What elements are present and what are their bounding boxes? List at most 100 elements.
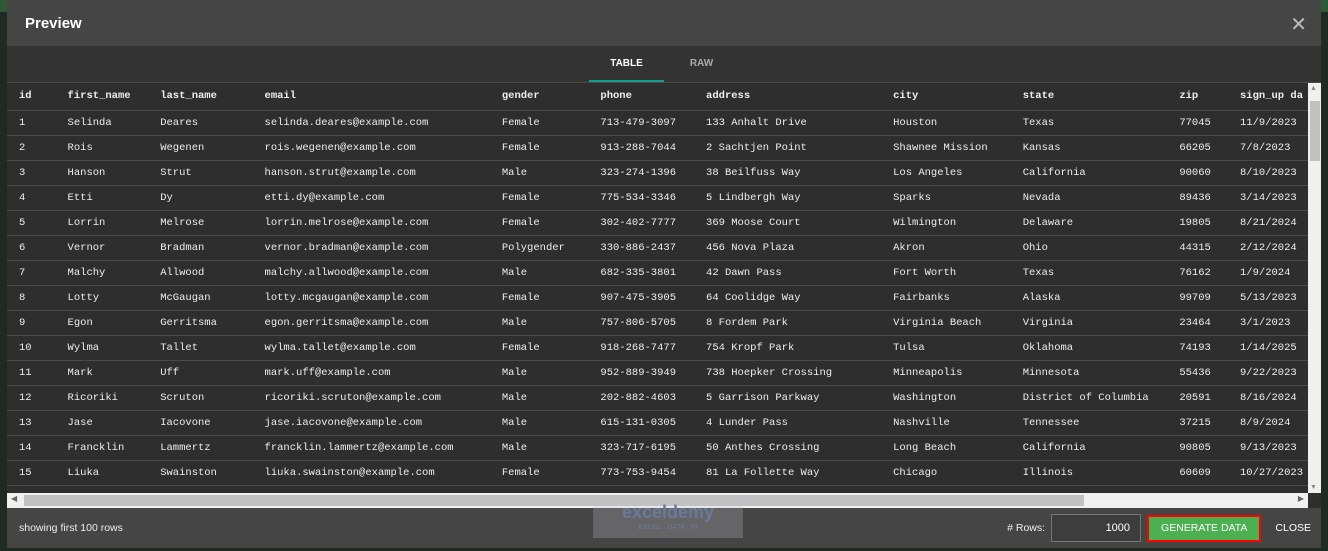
table-cell: Female — [489, 335, 589, 361]
tab-bar: TABLE RAW — [7, 46, 1321, 83]
table-cell: Houston — [881, 110, 1011, 136]
table-cell: 8/10/2023 — [1228, 160, 1308, 186]
table-cell: 2/12/2024 — [1228, 235, 1308, 261]
table-cell: 615-131-0305 — [588, 410, 695, 436]
status-text: showing first 100 rows — [19, 522, 123, 534]
rows-input[interactable] — [1051, 514, 1142, 542]
table-cell: 10 — [7, 335, 56, 361]
table-cell: 773-753-9454 — [588, 460, 695, 486]
tab-table[interactable]: TABLE — [589, 46, 664, 82]
table-cell: Texas — [1010, 110, 1168, 136]
table-cell: Mark — [55, 360, 149, 386]
scroll-up-icon[interactable]: ▲ — [1310, 85, 1317, 92]
table-cell: Male — [489, 310, 589, 336]
table-cell: 11 — [7, 360, 56, 386]
column-header[interactable]: city — [881, 83, 1011, 111]
table-cell: Male — [489, 410, 589, 436]
vertical-scrollbar[interactable]: ▲ ▼ — [1308, 83, 1321, 493]
dialog-title: Preview — [25, 14, 82, 32]
tab-raw[interactable]: RAW — [664, 46, 739, 82]
table-cell: Tennessee — [1010, 410, 1168, 436]
table-cell: 89436 — [1167, 185, 1228, 211]
table-cell: Gerritsma — [148, 310, 253, 336]
horizontal-scroll-thumb[interactable] — [24, 495, 1084, 506]
table-cell: Wylma — [55, 335, 149, 361]
table-cell: Female — [489, 285, 589, 311]
close-button[interactable]: CLOSE — [1275, 522, 1311, 534]
table-cell: 5 Lindbergh Way — [694, 185, 882, 211]
table-cell: 8 — [7, 285, 56, 311]
column-header[interactable]: gender — [489, 83, 589, 111]
table-cell: 90060 — [1167, 160, 1228, 186]
table-cell: 20591 — [1167, 385, 1228, 411]
column-header[interactable]: state — [1010, 83, 1168, 111]
table-cell: Vernor — [55, 235, 149, 261]
table-cell: 90805 — [1167, 435, 1228, 461]
table-cell: Washington — [881, 385, 1011, 411]
table-cell: 456 Nova Plaza — [694, 235, 882, 261]
column-header[interactable]: address — [694, 83, 882, 111]
table-row: 3 Hanson Strut hanson.strut@example.com Male… — [7, 160, 1308, 186]
column-header[interactable]: last_name — [148, 83, 253, 111]
table-cell: Los Angeles — [881, 160, 1011, 186]
table-cell: 42 Dawn Pass — [694, 260, 882, 286]
table-cell: mark.uff@example.com — [252, 360, 490, 386]
table-cell: Nashville — [881, 410, 1011, 436]
table-cell: Dy — [148, 185, 253, 211]
table-cell: Long Beach — [881, 435, 1011, 461]
table-cell: 9 — [7, 310, 56, 336]
table-cell: Liuka — [55, 460, 149, 486]
table-cell: 6 — [7, 235, 56, 261]
table-row: 1 Selinda Deares selinda.deares@example.com… — [7, 110, 1308, 136]
table-cell: Fairbanks — [881, 285, 1011, 311]
table-cell: Hanson — [55, 160, 149, 186]
table-cell: Tulsa — [881, 335, 1011, 361]
table-cell: Egon — [55, 310, 149, 336]
table-row: 6 Vernor Bradman vernor.bradman@example.com… — [7, 235, 1308, 261]
column-header[interactable]: sign_up da — [1228, 83, 1308, 111]
table-cell: 15 — [7, 460, 56, 486]
table-cell: ricoriki.scruton@example.com — [252, 385, 490, 411]
column-header[interactable]: email — [252, 83, 490, 111]
scroll-down-icon[interactable]: ▼ — [1310, 484, 1317, 491]
table-cell: 323-274-1396 — [588, 160, 695, 186]
table-cell: California — [1010, 435, 1168, 461]
table-cell: 12 — [7, 385, 56, 411]
table-cell: 11/9/2023 — [1228, 110, 1308, 136]
table-cell: Virginia Beach — [881, 310, 1011, 336]
watermark-tagline: EXCEL · DATA · BI — [638, 524, 698, 531]
close-icon[interactable]: ✕ — [1290, 12, 1307, 37]
table-cell: Polygender — [489, 235, 589, 261]
generate-data-button[interactable]: GENERATE DATA — [1147, 514, 1262, 542]
table-cell: wylma.tallet@example.com — [252, 335, 490, 361]
column-header[interactable]: id — [7, 83, 56, 111]
table-cell: 952-889-3949 — [588, 360, 695, 386]
table-cell: 74193 — [1167, 335, 1228, 361]
table-cell: 3/14/2023 — [1228, 185, 1308, 211]
table-row: 4 Etti Dy etti.dy@example.com Female 775-534-… — [7, 185, 1308, 211]
table-cell: 757-806-5705 — [588, 310, 695, 336]
table-cell: Strut — [148, 160, 253, 186]
column-header[interactable]: first_name — [55, 83, 149, 111]
vertical-scroll-thumb[interactable] — [1310, 101, 1320, 161]
table-cell: 3/1/2023 — [1228, 310, 1308, 336]
table-cell: Female — [489, 110, 589, 136]
preview-dialog: Preview ✕ TABLE RAW id first_name last_nam… — [7, 0, 1321, 548]
table-cell: 99709 — [1167, 285, 1228, 311]
table-cell: 1/9/2024 — [1228, 260, 1308, 286]
column-header[interactable]: phone — [588, 83, 695, 111]
table-cell: Male — [489, 435, 589, 461]
table-cell: 50 Anthes Crossing — [694, 435, 882, 461]
table-cell: 14 — [7, 435, 56, 461]
table-cell: 19805 — [1167, 210, 1228, 236]
watermark-name: exceldemy — [621, 502, 715, 522]
table-cell: Ricoriki — [55, 385, 149, 411]
table-cell: Illinois — [1010, 460, 1168, 486]
table-cell: Allwood — [148, 260, 253, 286]
column-header[interactable]: zip — [1167, 83, 1228, 111]
scroll-right-icon[interactable]: ▶ — [1298, 494, 1304, 503]
table-cell: Delaware — [1010, 210, 1168, 236]
table-cell: 81 La Follette Way — [694, 460, 882, 486]
table-cell: Francklin — [55, 435, 149, 461]
scroll-left-icon[interactable]: ◀ — [11, 494, 17, 503]
